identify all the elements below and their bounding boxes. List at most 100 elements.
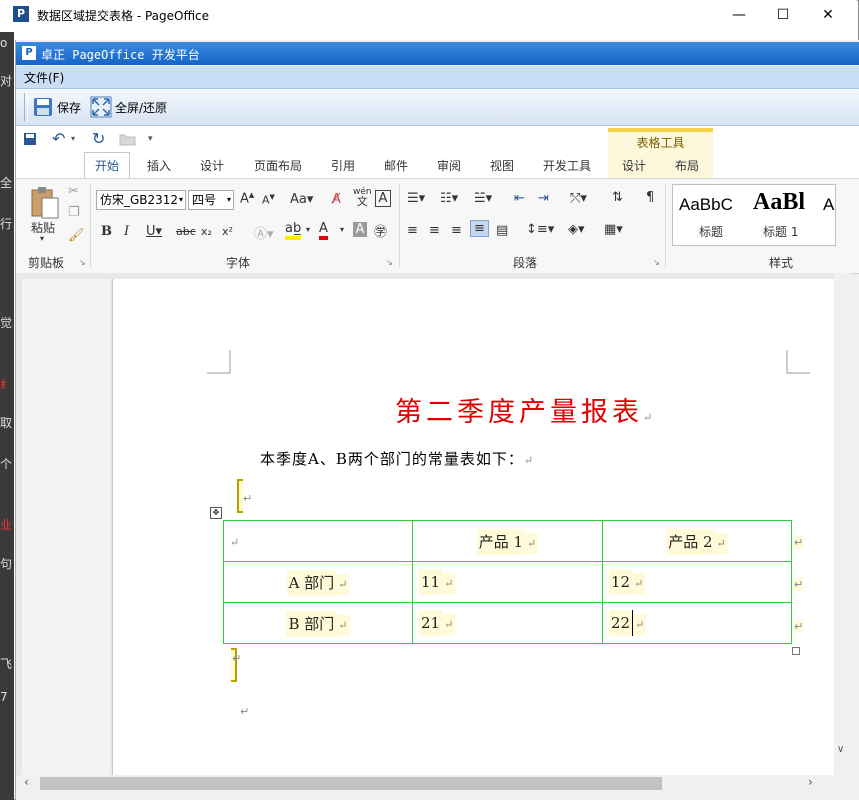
style-heading1-preview[interactable]: AaBl bbox=[753, 189, 805, 216]
underline-icon[interactable]: U▾ bbox=[146, 224, 162, 239]
italic-icon[interactable]: I bbox=[124, 224, 129, 239]
tab-review[interactable]: 审阅 bbox=[437, 157, 461, 174]
tab-page-layout[interactable]: 页面布局 bbox=[254, 157, 302, 174]
table-cell[interactable]: A 部门 ↵ bbox=[223, 561, 413, 603]
document-title[interactable]: 第二季度产量报表↵ bbox=[395, 390, 656, 429]
maximize-button[interactable]: ☐ bbox=[760, 0, 806, 30]
line-spacing-icon[interactable]: ↕≡▾ bbox=[526, 222, 554, 237]
shading-icon[interactable]: ◈▾ bbox=[568, 222, 585, 237]
table-cell[interactable]: 产品 1 ↵ bbox=[412, 520, 603, 562]
bg-char: 对 bbox=[0, 74, 13, 88]
undo-dropdown-icon[interactable]: ▾ bbox=[71, 134, 75, 143]
vertical-scrollbar[interactable] bbox=[834, 273, 851, 775]
tab-mailings[interactable]: 邮件 bbox=[384, 157, 408, 174]
horizontal-scroll-thumb[interactable] bbox=[40, 777, 662, 790]
scroll-down-icon[interactable]: ∨ bbox=[837, 744, 844, 755]
style-heading2-preview[interactable]: A bbox=[823, 195, 834, 215]
font-color-icon[interactable]: A bbox=[319, 221, 328, 240]
table-cell[interactable]: 12 ↵ bbox=[602, 561, 792, 603]
enclose-char-icon[interactable]: ㊫ bbox=[374, 221, 387, 240]
bold-icon[interactable]: B bbox=[101, 224, 112, 239]
font-launcher-icon[interactable]: ↘ bbox=[386, 258, 393, 267]
table-cell[interactable]: B 部门 ↵ bbox=[223, 602, 413, 644]
qat-save-icon[interactable] bbox=[23, 132, 37, 146]
decrease-indent-icon[interactable]: ⇤ bbox=[514, 191, 525, 206]
font-color-dropdown-icon[interactable]: ▾ bbox=[340, 225, 344, 234]
tab-home[interactable]: 开始 bbox=[84, 152, 131, 179]
table-cell[interactable]: ↵ bbox=[223, 520, 413, 562]
phonetic-bottom: 文 bbox=[356, 195, 368, 208]
phonetic-guide-icon[interactable]: wén 文 bbox=[353, 188, 372, 208]
dept-b-p1-value[interactable]: 21 bbox=[419, 610, 443, 636]
fullscreen-label: 全屏/还原 bbox=[115, 100, 168, 115]
tab-design[interactable]: 设计 bbox=[200, 157, 224, 174]
tab-table-design[interactable]: 设计 bbox=[622, 157, 646, 174]
close-button[interactable]: ✕ bbox=[805, 0, 851, 30]
document-paragraph[interactable]: 本季度A、B两个部门的常量表如下：↵ bbox=[260, 448, 534, 469]
multilevel-list-icon[interactable]: ☱▾ bbox=[474, 191, 492, 206]
table-cell[interactable]: 22 ↵ bbox=[602, 602, 792, 644]
paste-dropdown-icon[interactable]: ▾ bbox=[40, 234, 44, 243]
undo-icon[interactable]: ↶ bbox=[52, 129, 65, 148]
align-right-icon[interactable]: ≡ bbox=[451, 223, 462, 238]
shrink-font-icon[interactable]: A▼ bbox=[262, 193, 275, 207]
strikethrough-icon[interactable]: abc bbox=[176, 225, 196, 238]
tab-table-layout[interactable]: 布局 bbox=[675, 157, 699, 174]
show-marks-icon[interactable]: ¶ bbox=[646, 190, 654, 205]
table-cell[interactable]: 产品 2 ↵ bbox=[602, 520, 792, 562]
align-center-icon[interactable]: ≡ bbox=[429, 223, 440, 238]
text-effects-icon[interactable]: Ⓐ▾ bbox=[254, 223, 274, 242]
style-normal-preview[interactable]: AaBbC bbox=[679, 195, 733, 215]
paragraph-mark: ↵ bbox=[632, 573, 646, 594]
highlight-icon[interactable]: ab̲ bbox=[285, 221, 302, 240]
increase-indent-icon[interactable]: ⇥ bbox=[538, 191, 549, 206]
clear-format-icon[interactable]: A̸ bbox=[332, 192, 341, 207]
numbering-icon[interactable]: ☷▾ bbox=[440, 191, 458, 206]
paragraph-mark: ↵ bbox=[243, 492, 253, 505]
font-name-combo[interactable]: 仿宋_GB2312 ▾ bbox=[96, 190, 186, 210]
tab-insert[interactable]: 插入 bbox=[147, 157, 171, 174]
change-case-icon[interactable]: Aa▾ bbox=[290, 192, 313, 207]
tab-references[interactable]: 引用 bbox=[331, 157, 355, 174]
cut-icon[interactable]: ✂ bbox=[68, 184, 79, 199]
font-group-label: 字体 bbox=[226, 256, 251, 270]
save-button[interactable]: 保存 bbox=[32, 93, 81, 121]
borders-icon[interactable]: ▦▾ bbox=[604, 222, 623, 237]
paste-icon[interactable] bbox=[30, 186, 60, 220]
format-painter-icon[interactable]: 🖌 bbox=[68, 228, 85, 243]
fullscreen-button[interactable]: 全屏/还原 bbox=[90, 93, 167, 121]
distributed-icon[interactable]: ▤ bbox=[496, 223, 508, 238]
font-size-combo[interactable]: 四号 ▾ bbox=[188, 190, 234, 210]
dept-b-p2-value[interactable]: 22 bbox=[609, 610, 634, 636]
table-cell[interactable]: 21 ↵ bbox=[412, 602, 603, 644]
dept-a-p2-value[interactable]: 12 bbox=[609, 569, 633, 595]
copy-icon[interactable]: ❐ bbox=[68, 205, 80, 220]
table-resize-handle[interactable] bbox=[792, 647, 800, 655]
scroll-right-icon[interactable]: › bbox=[808, 775, 813, 789]
bullets-icon[interactable]: ☰▾ bbox=[407, 191, 425, 206]
dept-a-p1-value[interactable]: 11 bbox=[419, 569, 443, 595]
table-tools-label: 表格工具 bbox=[636, 136, 685, 150]
scroll-left-icon[interactable]: ‹ bbox=[24, 775, 29, 789]
open-folder-icon[interactable] bbox=[119, 132, 137, 146]
redo-icon[interactable]: ↻ bbox=[92, 129, 105, 148]
menu-file[interactable]: 文件(F) bbox=[24, 69, 64, 86]
table-cell[interactable]: 11 ↵ bbox=[412, 561, 603, 603]
minimize-button[interactable]: — bbox=[716, 0, 762, 30]
paragraph-launcher-icon[interactable]: ↘ bbox=[653, 258, 660, 267]
clipboard-launcher-icon[interactable]: ↘ bbox=[79, 258, 86, 267]
char-shading-icon[interactable]: A bbox=[353, 222, 367, 237]
subscript-icon[interactable]: x₂ bbox=[201, 225, 212, 238]
grow-font-icon[interactable]: A▲ bbox=[240, 191, 254, 206]
sort-icon[interactable]: ⇅ bbox=[612, 190, 623, 205]
char-border-icon[interactable]: A bbox=[375, 190, 391, 207]
qat-customize-icon[interactable]: ▾ bbox=[148, 134, 153, 144]
tab-developer[interactable]: 开发工具 bbox=[543, 157, 591, 174]
tab-view[interactable]: 视图 bbox=[490, 157, 514, 174]
chinese-layout-icon[interactable]: ⤲▾ bbox=[570, 191, 587, 206]
justify-icon[interactable]: ≡ bbox=[470, 220, 489, 237]
superscript-icon[interactable]: x² bbox=[222, 225, 233, 238]
highlight-dropdown-icon[interactable]: ▾ bbox=[306, 225, 310, 234]
table-move-handle-icon[interactable]: ✥ bbox=[210, 507, 222, 519]
align-left-icon[interactable]: ≡ bbox=[407, 223, 418, 238]
